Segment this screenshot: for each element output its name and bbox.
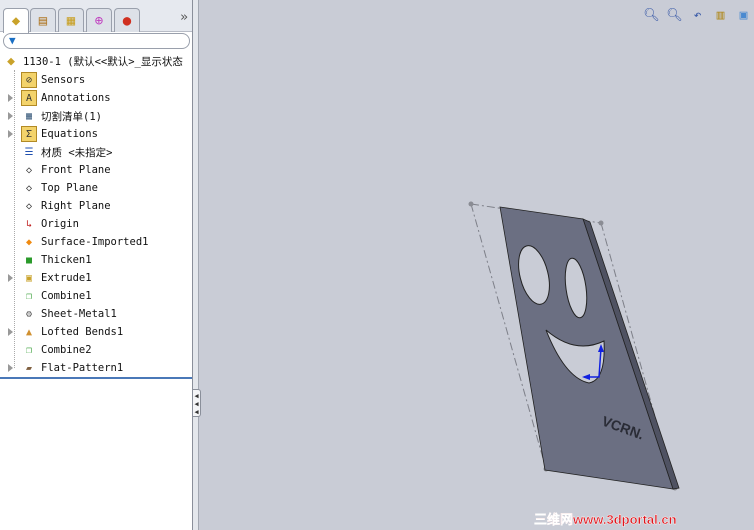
flat-pattern-icon: ▰ xyxy=(25,362,33,374)
combine-icon: ❐ xyxy=(25,290,33,302)
panel-tabs: ◆ ▤ ▦ ⊕ ● » xyxy=(0,0,192,33)
expand-icon[interactable] xyxy=(8,364,13,372)
tree-item-label: Thicken1 xyxy=(41,254,92,266)
tree-item[interactable]: ↳ Origin xyxy=(21,215,79,233)
tab-featuremanager[interactable]: ◆ xyxy=(3,8,29,33)
tree-item-label: Combine2 xyxy=(41,344,92,356)
tree-item[interactable]: ☰ 材质 <未指定> xyxy=(21,143,113,161)
tree-item[interactable]: ⚙ Sheet-Metal1 xyxy=(21,305,117,323)
tree-item-label: Right Plane xyxy=(41,200,111,212)
parts-icon: ◆ xyxy=(11,13,21,29)
tree-item[interactable]: ◆ Surface-Imported1 xyxy=(21,233,148,251)
plane-icon: ◇ xyxy=(25,182,33,194)
tree-item[interactable]: ◇ Top Plane xyxy=(21,179,98,197)
tab-display-manager[interactable]: ● xyxy=(114,8,140,32)
lofted-bends-icon: ▲ xyxy=(25,326,33,338)
tree-item[interactable]: ❐ Combine1 xyxy=(21,287,92,305)
model-view: VCRN. xyxy=(468,201,680,491)
expand-icon[interactable] xyxy=(8,328,13,336)
tree-item[interactable]: ❐ Combine2 xyxy=(21,341,92,359)
tree-item[interactable]: ◇ Front Plane xyxy=(21,161,111,179)
surface-icon: ◆ xyxy=(25,236,33,248)
tree-item[interactable]: ⊘ Sensors xyxy=(21,71,85,89)
panel-splitter[interactable] xyxy=(193,0,199,530)
sheet-metal-plate: VCRN. xyxy=(499,206,680,490)
tree-item-label: Origin xyxy=(41,218,79,230)
tree-root-label: 1130-1 (默认<<默认>_显示状态 xyxy=(23,55,183,68)
expand-icon[interactable] xyxy=(8,112,13,120)
tree-item[interactable]: A Annotations xyxy=(8,89,111,107)
sensors-icon: ⊘ xyxy=(21,72,37,88)
tree-item[interactable]: ◇ Right Plane xyxy=(21,197,111,215)
tree-item-label: Top Plane xyxy=(41,182,98,194)
sheet-metal-icon: ⚙ xyxy=(25,308,33,320)
tree-separator xyxy=(0,377,192,379)
tree-item-label: Flat-Pattern1 xyxy=(41,362,124,374)
extrude-icon: ▣ xyxy=(25,272,33,284)
plane-icon: ◇ xyxy=(25,164,33,176)
more-tabs-button[interactable]: » xyxy=(180,10,188,25)
tree-item-label: Sheet-Metal1 xyxy=(41,308,117,320)
tree-item-label: Surface-Imported1 xyxy=(41,236,149,248)
combine-icon: ❐ xyxy=(25,344,33,356)
expand-icon[interactable] xyxy=(8,130,13,138)
tree-item-label: Extrude1 xyxy=(41,272,92,284)
cut-list-icon: ▦ xyxy=(25,110,33,122)
expand-icon[interactable] xyxy=(8,94,13,102)
filter-icon: ▼ xyxy=(9,34,16,47)
tree-item-label: Equations xyxy=(41,128,98,140)
feature-manager-panel: ◆ ▤ ▦ ⊕ ● » ▼ ◆ 1130-1 (默认<<默认>_显示状态 ⊘ Se… xyxy=(0,0,193,530)
part-icon: ◆ xyxy=(7,53,15,69)
tree-item-label: Front Plane xyxy=(41,164,111,176)
tree-item[interactable]: ■ Thicken1 xyxy=(21,251,92,269)
tree-item[interactable]: Σ Equations xyxy=(8,125,98,143)
thicken-icon: ■ xyxy=(25,254,33,266)
tree-item-label: 材质 <未指定> xyxy=(41,146,113,159)
tree-item[interactable]: ▰ Flat-Pattern1 xyxy=(8,359,124,377)
tree-item-label: Annotations xyxy=(41,92,111,104)
tab-dimxpert[interactable]: ⊕ xyxy=(86,8,112,32)
configuration-icon: ▦ xyxy=(66,12,76,29)
tree-item-label: Sensors xyxy=(41,74,86,86)
target-icon: ⊕ xyxy=(94,12,104,29)
annotations-icon: A xyxy=(21,90,37,106)
tree-item[interactable]: ▲ Lofted Bends1 xyxy=(8,323,124,341)
tree-filter-input[interactable]: ▼ xyxy=(3,33,190,49)
tree-root[interactable]: ◆ 1130-1 (默认<<默认>_显示状态 xyxy=(3,52,183,70)
graphics-area[interactable]: 🔍︎ 🔍︎ ↶ ▥ ▣ VCRN. 三维网www.3dportal.cn xyxy=(200,0,754,530)
material-icon: ☰ xyxy=(24,146,34,158)
watermark: 三维网www.3dportal.cn xyxy=(534,512,677,527)
tree-connector xyxy=(14,70,15,368)
tab-propertymanager[interactable]: ▤ xyxy=(30,8,56,32)
appearance-icon: ● xyxy=(122,12,132,29)
tree-item-label: Lofted Bends1 xyxy=(41,326,124,338)
tree-item-label: Combine1 xyxy=(41,290,92,302)
origin-icon: ↳ xyxy=(25,218,33,230)
tree-item[interactable]: ▦ 切割清单(1) xyxy=(8,107,102,125)
plane-icon: ◇ xyxy=(25,200,33,212)
tree-item-label: 切割清单(1) xyxy=(41,110,102,123)
equations-icon: Σ xyxy=(21,126,37,142)
tab-configurationmanager[interactable]: ▦ xyxy=(58,8,84,32)
property-icon: ▤ xyxy=(38,12,48,29)
tree-item[interactable]: ▣ Extrude1 xyxy=(8,269,92,287)
expand-icon[interactable] xyxy=(8,274,13,282)
